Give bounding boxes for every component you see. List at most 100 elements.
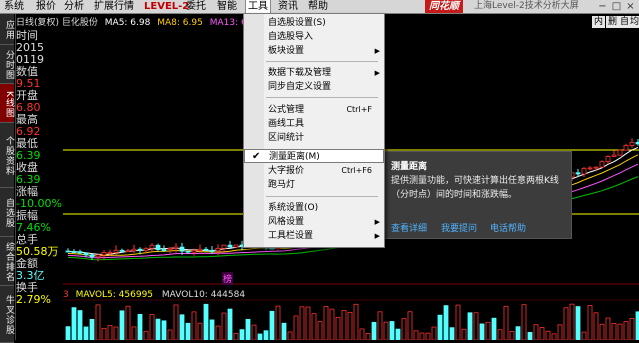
volume-bar — [173, 304, 179, 340]
menu-tools[interactable]: 工具 — [245, 0, 271, 13]
volume-bar — [221, 312, 227, 340]
candle-body — [125, 250, 131, 253]
volume-bar — [215, 325, 221, 340]
tab-ranking[interactable]: 综合排名 — [0, 237, 14, 286]
feature-tooltip: 测量距离 提供测量功能，可快速计算出任意两根K线（分时点）间的时间和涨跌幅。 查… — [383, 151, 572, 239]
menu-item-label: 自选股设置(S) — [268, 18, 326, 28]
menu-item-label: 区间统计 — [268, 133, 305, 143]
candle-body — [269, 247, 275, 250]
menu-analysis[interactable]: 分析 — [62, 0, 86, 13]
menu-item-shortcut: Ctrl+F — [346, 105, 372, 114]
menu-quote[interactable]: 报价 — [34, 0, 58, 13]
volume-bar — [251, 324, 257, 340]
volume-bar — [575, 306, 581, 340]
menu-item-toolbar-settings[interactable]: 工具栏设置 ▶ — [244, 229, 384, 243]
menu-item-big-quote[interactable]: 大字报价 Ctrl+F6 — [244, 164, 384, 178]
menu-trade[interactable]: 委托 — [184, 0, 208, 13]
volume-bar — [65, 326, 71, 340]
candle-body — [233, 244, 239, 248]
menu-item-label: 系统设置(O) — [268, 203, 319, 213]
volume-bar — [605, 317, 611, 340]
minimize-icon[interactable]: − — [596, 1, 609, 12]
volume-bar — [587, 305, 593, 340]
menu-item-watchlist-settings[interactable]: 自选股设置(S) — [244, 16, 384, 30]
volume-bar — [245, 318, 251, 340]
volume-bar — [383, 321, 389, 340]
brand-logo: 同花顺 — [425, 0, 463, 13]
menu-help[interactable]: 帮助 — [306, 0, 330, 13]
window-title: 上海Level-2技术分析大屏 — [474, 1, 579, 11]
volume-bar — [467, 312, 473, 340]
menu-item-label: 公式管理 — [268, 105, 305, 115]
submenu-arrow-icon: ▶ — [374, 69, 380, 77]
tooltip-description: 提供测量功能，可快速计算出任意两根K线（分时点）间的时间和涨跌幅。 — [391, 176, 559, 200]
menu-item-sector-settings[interactable]: 板块设置 ▶ — [244, 44, 384, 58]
menu-item-style-settings[interactable]: 风格设置 ▶ — [244, 215, 384, 229]
tooltip-view-details-link[interactable]: 查看详细 — [391, 221, 427, 234]
menu-system[interactable]: 系统 — [2, 0, 26, 13]
volume-bar — [407, 311, 413, 340]
menu-bar: 系统 报价 分析 扩展行情 LEVEL-2 委托 智能 工具 资讯 帮助 同花顺… — [0, 0, 639, 14]
menu-smart[interactable]: 智能 — [215, 0, 239, 13]
candle-body — [605, 156, 611, 163]
volume-bar — [593, 312, 599, 340]
marker-badge: 榜 — [222, 272, 234, 285]
volume-prefix: 3 — [63, 290, 69, 300]
turnover-value: 2.79% — [16, 293, 51, 306]
volume-bar — [455, 304, 461, 340]
volume-bar — [557, 324, 563, 340]
menu-news[interactable]: 资讯 — [276, 0, 300, 13]
volume-bar — [425, 332, 431, 340]
tab-apps[interactable]: 应用 — [0, 14, 14, 45]
volume-bar — [83, 326, 89, 340]
volume-bar — [263, 330, 269, 340]
candle-body — [185, 250, 191, 253]
menu-item-measure-distance[interactable]: ✔ 测量距离(M) — [244, 149, 384, 163]
volume-bar — [611, 323, 617, 340]
candle-body — [197, 248, 203, 251]
candle-body — [83, 252, 89, 256]
volume-bar — [431, 326, 437, 340]
menu-item-drawing-tools[interactable]: 画线工具 — [244, 117, 384, 131]
menu-item-system-settings[interactable]: 系统设置(O) — [244, 201, 384, 215]
tab-kline[interactable]: K线图 — [0, 84, 14, 123]
volume-bar — [323, 306, 329, 340]
menu-item-label: 画线工具 — [268, 119, 305, 129]
menu-item-range-stats[interactable]: 区间统计 — [244, 131, 384, 145]
volume-bar — [191, 311, 197, 340]
candle-body — [587, 167, 593, 170]
tab-watchlist[interactable]: 自选股 — [0, 188, 14, 237]
volume-bar — [347, 311, 353, 340]
volume-bar — [371, 321, 377, 340]
info-panel: 时间 2015 0119 数值 9.51 开盘 6.80 最高 6.92 最低 … — [16, 30, 63, 320]
volume-bar — [503, 305, 509, 340]
tab-diagnosis[interactable]: 牛叉诊股 — [0, 286, 14, 343]
menu-item-label: 自选股导入 — [268, 32, 314, 42]
volume-bar — [401, 318, 407, 340]
tooltip-phone-help-link[interactable]: 电话帮助 — [490, 221, 526, 234]
volume-bar — [491, 317, 497, 340]
menu-extended-quotes[interactable]: 扩展行情 — [92, 0, 136, 13]
menu-item-marquee[interactable]: 跑马灯 — [244, 178, 384, 192]
volume-bar — [365, 332, 371, 340]
menu-item-formula-manager[interactable]: 公式管理 Ctrl+F — [244, 103, 384, 117]
volume-bar — [485, 321, 491, 340]
menu-item-label: 风格设置 — [268, 217, 305, 227]
candle-body — [143, 247, 149, 252]
candle-body — [77, 251, 83, 254]
menu-item-data-download[interactable]: 数据下载及管理 ▶ — [244, 66, 384, 80]
candle-body — [101, 251, 107, 256]
candle-body — [191, 250, 197, 253]
tooltip-ask-question-link[interactable]: 我要提问 — [441, 221, 477, 234]
volume-bar — [413, 330, 419, 340]
volume-bar — [77, 310, 83, 340]
menu-item-label: 大字报价 — [268, 166, 305, 176]
volume-bar — [107, 325, 113, 340]
tab-stock-profile[interactable]: 个股资料 — [0, 123, 14, 188]
tab-intraday[interactable]: 分时图 — [0, 45, 14, 84]
close-icon[interactable]: × — [624, 1, 637, 12]
maximize-icon[interactable]: □ — [610, 1, 623, 12]
menu-item-sync-settings[interactable]: 同步自定义设置 — [244, 80, 384, 94]
volume-bar — [131, 326, 137, 340]
menu-item-watchlist-import[interactable]: 自选股导入 — [244, 30, 384, 44]
